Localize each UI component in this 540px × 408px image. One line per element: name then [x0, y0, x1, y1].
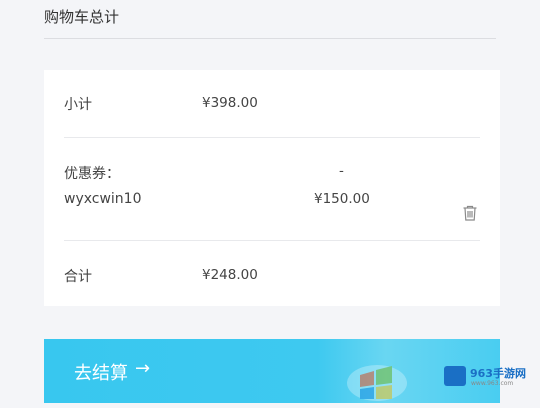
title-divider: [44, 38, 496, 39]
watermark-subtext: www.963.com: [471, 380, 514, 387]
coupon-dash: -: [339, 163, 344, 179]
cart-totals-title: 购物车总计: [44, 8, 120, 26]
checkout-label: 去结算: [74, 363, 128, 384]
watermark-logo-icon: [444, 366, 466, 386]
coupon-code: wyxcwin10: [64, 191, 142, 207]
site-watermark: 963手游网 www.963.com: [438, 362, 538, 392]
total-value: ¥248.00: [202, 267, 258, 283]
watermark-text: 963手游网: [470, 367, 526, 380]
coupon-label: 优惠券：: [64, 166, 120, 182]
total-label: 合计: [64, 269, 92, 285]
subtotal-label: 小计: [64, 97, 92, 113]
trash-icon[interactable]: [461, 204, 479, 222]
row-divider: [64, 137, 480, 138]
checkout-button[interactable]: 去结算 →: [44, 339, 500, 403]
arrow-right-icon: →: [135, 358, 151, 379]
subtotal-value: ¥398.00: [202, 95, 258, 111]
cart-totals-card: 小计 ¥398.00 优惠券： wyxcwin10 - ¥150.00 合计 ¥…: [44, 70, 500, 306]
row-divider: [64, 240, 480, 241]
windows-logo-icon: [347, 365, 407, 401]
coupon-discount-value: ¥150.00: [314, 191, 370, 207]
